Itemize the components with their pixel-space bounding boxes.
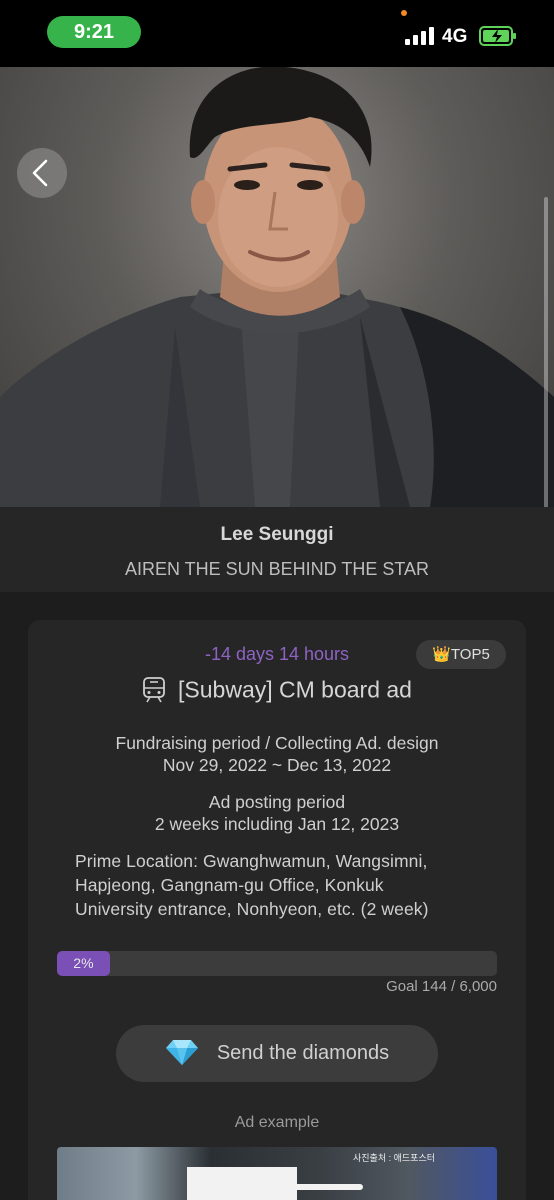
network-type: 4G xyxy=(442,26,468,47)
back-button[interactable] xyxy=(17,148,67,198)
status-time: 9:21 xyxy=(47,16,141,48)
progress-bar: 2% xyxy=(57,951,497,976)
battery-icon xyxy=(479,26,516,46)
fundraising-dates: Nov 29, 2022 ~ Dec 13, 2022 xyxy=(162,755,392,775)
artist-photo xyxy=(0,67,554,507)
ad-example-image[interactable]: 사진출처 : 애드포스터 xyxy=(57,1147,497,1200)
goal-text: Goal 144 / 6,000 xyxy=(386,978,497,995)
location-line: Prime Location: Gwanghwamun, Wangsimni, xyxy=(75,851,428,871)
diamond-icon xyxy=(165,1039,198,1065)
ad-example-label: Ad example xyxy=(234,1114,320,1131)
rank-badge: 👑TOP5 xyxy=(416,640,506,669)
chevron-left-icon xyxy=(32,159,48,187)
ad-title-row: [Subway] CM board ad xyxy=(28,676,526,704)
artist-portrait-illustration xyxy=(0,67,554,507)
progress-fill: 2% xyxy=(57,951,110,976)
fundraising-label: Fundraising period / Collecting Ad. desi… xyxy=(115,733,439,753)
scrollbar[interactable] xyxy=(544,197,548,507)
home-indicator[interactable] xyxy=(193,1184,363,1190)
artist-info: Lee Seunggi AIREN THE SUN BEHIND THE STA… xyxy=(0,507,554,592)
artist-subtitle: AIREN THE SUN BEHIND THE STAR xyxy=(124,559,430,579)
ad-image-caption: 사진출처 : 애드포스터 xyxy=(353,1153,436,1163)
location-line: University entrance, Nonhyeon, etc. (2 w… xyxy=(75,899,429,919)
location-line: Hapjeong, Gangnam-gu Office, Konkuk xyxy=(75,875,384,895)
privacy-indicator xyxy=(401,10,407,16)
posting-label: Ad posting period xyxy=(208,792,346,812)
status-bar: 9:21 4G xyxy=(0,0,554,67)
posting-dates: 2 weeks including Jan 12, 2023 xyxy=(154,814,400,834)
campaign-card: -14 days 14 hours 👑TOP5 [Subway] CM boar… xyxy=(28,620,526,1200)
ad-title: [Subway] CM board ad xyxy=(178,676,412,703)
send-diamonds-button[interactable]: Send the diamonds xyxy=(116,1025,438,1082)
artist-name: Lee Seunggi xyxy=(220,524,334,545)
subway-icon xyxy=(143,677,165,703)
signal-icon xyxy=(405,27,435,45)
send-diamonds-label: Send the diamonds xyxy=(216,1042,390,1064)
